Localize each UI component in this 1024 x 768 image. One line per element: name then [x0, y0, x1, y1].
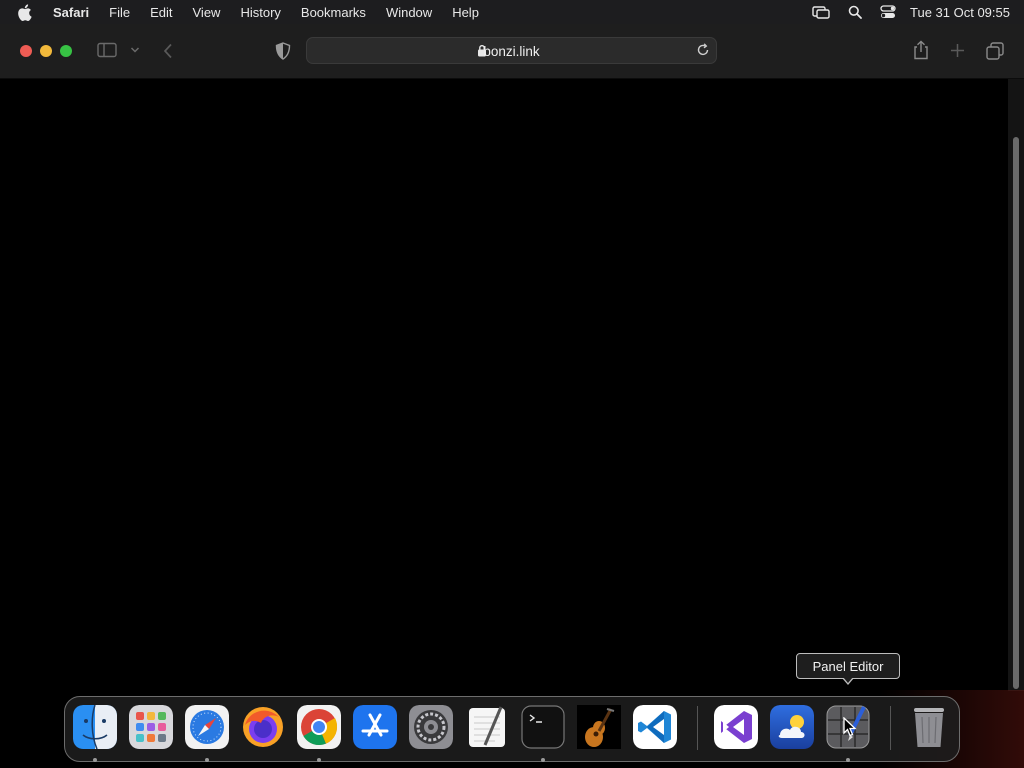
dock-terminal-icon[interactable] — [521, 705, 565, 749]
share-icon[interactable] — [912, 40, 930, 60]
menu-bar: Safari File Edit View History Bookmarks … — [0, 0, 1024, 24]
scrollbar-thumb[interactable] — [1013, 137, 1019, 689]
control-center-icon[interactable] — [880, 5, 896, 19]
dock-launchpad-icon[interactable] — [129, 705, 173, 749]
window-close-button[interactable] — [20, 45, 32, 57]
menu-edit[interactable]: Edit — [150, 5, 172, 20]
dock-system-settings-icon[interactable] — [409, 705, 453, 749]
reload-icon[interactable] — [696, 43, 710, 62]
mouse-pointer-icon — [843, 716, 857, 742]
dock-app-store-icon[interactable] — [353, 705, 397, 749]
dock-finder-icon[interactable] — [73, 705, 117, 749]
screen-mirroring-icon[interactable] — [812, 5, 830, 19]
dock-tooltip-text: Panel Editor — [812, 658, 884, 674]
dock-tooltip: Panel Editor — [796, 653, 900, 679]
tooltip-arrow-inner — [843, 677, 853, 683]
dock-running-indicator — [317, 758, 321, 762]
dock-chrome-icon[interactable] — [297, 705, 341, 749]
dock-textedit-icon[interactable] — [465, 705, 509, 749]
menu-help[interactable]: Help — [452, 5, 479, 20]
tab-overview-icon[interactable] — [986, 42, 1004, 60]
menu-app-safari[interactable]: Safari — [53, 5, 89, 20]
dock-running-indicator — [846, 758, 850, 762]
dock-visual-studio-icon[interactable] — [714, 705, 758, 749]
address-bar[interactable]: bonzi.link — [306, 37, 717, 64]
window-zoom-button[interactable] — [60, 45, 72, 57]
dock-trash-icon[interactable] — [907, 705, 951, 749]
menubar-clock[interactable]: Tue 31 Oct 09:55 — [910, 5, 1010, 20]
privacy-report-shield-icon[interactable] — [275, 42, 291, 60]
menu-history[interactable]: History — [240, 5, 280, 20]
dock-weather-icon[interactable] — [770, 705, 814, 749]
menu-bookmarks[interactable]: Bookmarks — [301, 5, 366, 20]
dock-firefox-icon[interactable] — [241, 705, 285, 749]
dock-separator — [697, 706, 698, 750]
window-minimize-button[interactable] — [40, 45, 52, 57]
apple-menu-icon[interactable] — [17, 3, 39, 21]
web-content-area[interactable] — [0, 79, 1008, 699]
menu-view[interactable]: View — [193, 5, 221, 20]
sidebar-toggle-icon[interactable] — [97, 42, 117, 58]
browser-toolbar: bonzi.link — [0, 24, 1024, 79]
dock-running-indicator — [93, 758, 97, 762]
back-icon[interactable] — [163, 43, 173, 59]
dock-garageband-icon[interactable] — [577, 705, 621, 749]
menu-window[interactable]: Window — [386, 5, 432, 20]
menu-file[interactable]: File — [109, 5, 130, 20]
dock-vscode-icon[interactable] — [633, 705, 677, 749]
dock-running-indicator — [205, 758, 209, 762]
dock-running-indicator — [541, 758, 545, 762]
url-text: bonzi.link — [483, 44, 540, 59]
dock-separator — [890, 706, 891, 750]
spotlight-search-icon[interactable] — [848, 5, 862, 19]
chevron-down-icon[interactable] — [130, 46, 140, 54]
new-tab-plus-icon[interactable] — [950, 43, 965, 58]
dock-safari-icon[interactable] — [185, 705, 229, 749]
